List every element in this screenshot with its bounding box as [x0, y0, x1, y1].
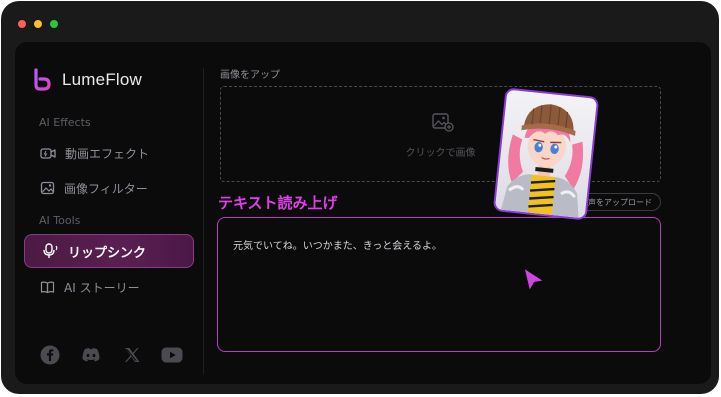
maximize-window-button[interactable]	[50, 20, 58, 28]
section-label-ai-tools: AI Tools	[39, 214, 81, 227]
youtube-icon[interactable]	[161, 344, 183, 366]
ai-story-icon	[40, 281, 55, 294]
sidebar-divider	[203, 68, 204, 374]
sidebar-item-label: 動画エフェクト	[65, 146, 150, 161]
x-icon[interactable]	[121, 344, 143, 366]
app-window: LumeFlow AI Effects 動画エフェクト 画像フィルター AI T…	[1, 1, 719, 394]
sidebar-item-image-filters[interactable]: 画像フィルター	[24, 171, 194, 205]
tts-text-value: 元気でいてね。いつかまた、きっと会えるよ。	[233, 241, 442, 252]
discord-icon[interactable]	[80, 344, 102, 366]
video-effect-icon	[40, 148, 56, 159]
section-label-ai-effects: AI Effects	[39, 116, 91, 129]
upload-audio-label: 音声をアップロード	[580, 197, 652, 207]
brand[interactable]: LumeFlow	[31, 68, 142, 92]
tts-title: テキスト読み上げ	[218, 194, 338, 212]
add-image-icon	[432, 113, 454, 132]
sidebar-item-lip-sync[interactable]: リップシンク	[24, 234, 194, 268]
sidebar-item-label: AI ストーリー	[64, 280, 140, 295]
sidebar-item-label: リップシンク	[68, 245, 147, 261]
upload-image-label: 画像をアップ	[220, 70, 280, 81]
sidebar-item-video-effects[interactable]: 動画エフェクト	[24, 136, 194, 170]
app-name: LumeFlow	[62, 70, 143, 89]
dropzone-hint: クリックで画像	[405, 148, 476, 159]
mouse-pointer-icon	[523, 267, 545, 292]
sidebar-item-label: 画像フィルター	[64, 181, 148, 196]
minimize-window-button[interactable]	[34, 20, 42, 28]
anime-character-illustration	[494, 89, 598, 219]
facebook-icon[interactable]	[39, 344, 61, 366]
lip-sync-icon	[43, 243, 58, 258]
lumeflow-logo-icon	[34, 68, 51, 91]
app-panel: LumeFlow AI Effects 動画エフェクト 画像フィルター AI T…	[15, 42, 711, 384]
sidebar-item-ai-story[interactable]: AI ストーリー	[24, 270, 194, 304]
image-filter-icon	[40, 181, 55, 195]
sidebar: LumeFlow AI Effects 動画エフェクト 画像フィルター AI T…	[15, 42, 203, 384]
close-window-button[interactable]	[18, 20, 26, 28]
tts-text-input[interactable]: 元気でいてね。いつかまた、きっと会えるよ。	[217, 217, 661, 352]
character-image-thumbnail[interactable]	[492, 87, 600, 221]
